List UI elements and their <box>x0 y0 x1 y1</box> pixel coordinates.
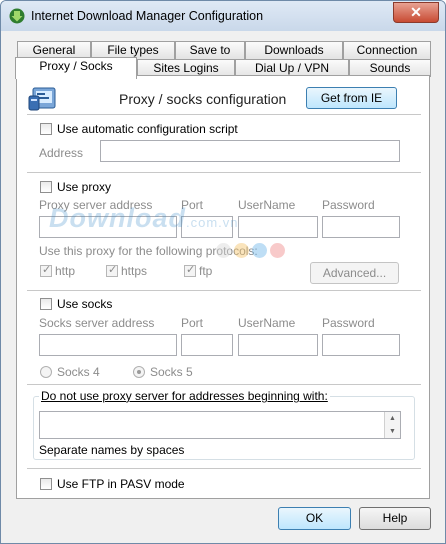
socks-username-input[interactable] <box>238 334 318 356</box>
ftp-pasv-label: Use FTP in PASV mode <box>57 477 185 491</box>
window-title: Internet Download Manager Configuration <box>31 9 264 23</box>
use-proxy-label: Use proxy <box>57 180 112 194</box>
proxy-password-label: Password <box>322 198 375 212</box>
address-input[interactable] <box>100 140 400 162</box>
divider <box>27 384 421 385</box>
address-label: Address <box>39 146 84 160</box>
bypass-input[interactable]: ▲ ▼ <box>39 411 401 439</box>
watermark-dot <box>270 243 285 258</box>
page-title: Proxy / socks configuration <box>119 91 287 107</box>
auto-config-checkbox[interactable] <box>40 123 52 135</box>
tab-downloads[interactable]: Downloads <box>245 41 343 59</box>
use-socks-label: Use socks <box>57 297 113 311</box>
socks-port-label: Port <box>181 316 204 330</box>
idm-app-icon <box>9 8 25 24</box>
close-button[interactable]: ✕ <box>393 2 439 23</box>
get-from-ie-button[interactable]: Get from IE <box>306 87 397 109</box>
network-config-icon <box>28 87 56 111</box>
socks4-radio[interactable] <box>40 366 52 378</box>
socks5-label: Socks 5 <box>150 365 193 379</box>
ftp-label: ftp <box>199 264 213 278</box>
https-checkbox[interactable] <box>106 263 118 277</box>
socks-username-label: UserName <box>238 316 296 330</box>
ftp-pasv-checkbox[interactable] <box>40 478 52 490</box>
scroll-up-icon[interactable]: ▲ <box>384 412 400 425</box>
config-window: Internet Download Manager Configuration … <box>0 0 446 544</box>
http-label: http <box>55 264 76 278</box>
bypass-hint: Separate names by spaces <box>39 443 185 457</box>
http-checkbox[interactable] <box>40 263 52 277</box>
socks-server-label: Socks server address <box>39 316 155 330</box>
ok-button[interactable]: OK <box>278 507 351 530</box>
socks4-label: Socks 4 <box>57 365 100 379</box>
divider <box>27 468 421 469</box>
watermark-dot <box>252 243 267 258</box>
divider <box>27 290 421 291</box>
watermark-dot <box>234 243 249 258</box>
tab-connection[interactable]: Connection <box>343 41 431 59</box>
proxy-username-input[interactable] <box>238 216 318 238</box>
ftp-checkbox[interactable] <box>184 263 196 277</box>
watermark-logo: Download.com.vn <box>49 203 239 233</box>
socks-password-input[interactable] <box>322 334 400 356</box>
socks5-radio[interactable] <box>133 366 145 378</box>
dialog-client: General File types Save to Downloads Con… <box>9 31 437 537</box>
proxy-socks-panel: Proxy / socks configuration Get from IE … <box>16 75 430 499</box>
https-label: https <box>121 264 148 278</box>
divider <box>27 114 421 115</box>
help-button[interactable]: Help <box>359 507 431 530</box>
socks-server-input[interactable] <box>39 334 177 356</box>
tab-save-to[interactable]: Save to <box>175 41 245 59</box>
use-proxy-checkbox[interactable] <box>40 181 52 193</box>
tab-proxy-socks[interactable]: Proxy / Socks <box>15 57 137 79</box>
use-socks-checkbox[interactable] <box>40 298 52 310</box>
proxy-username-label: UserName <box>238 198 296 212</box>
auto-config-label: Use automatic configuration script <box>57 122 238 136</box>
close-icon: ✕ <box>410 4 422 20</box>
title-bar[interactable]: Internet Download Manager Configuration … <box>1 1 445 31</box>
socks-port-input[interactable] <box>181 334 233 356</box>
scroll-down-icon[interactable]: ▼ <box>384 425 400 438</box>
socks-password-label: Password <box>322 316 375 330</box>
proxy-password-input[interactable] <box>322 216 400 238</box>
watermark-dot <box>216 243 231 258</box>
divider <box>27 172 421 173</box>
advanced-button[interactable]: Advanced... <box>310 262 399 284</box>
bypass-label: Do not use proxy server for addresses be… <box>39 389 330 403</box>
